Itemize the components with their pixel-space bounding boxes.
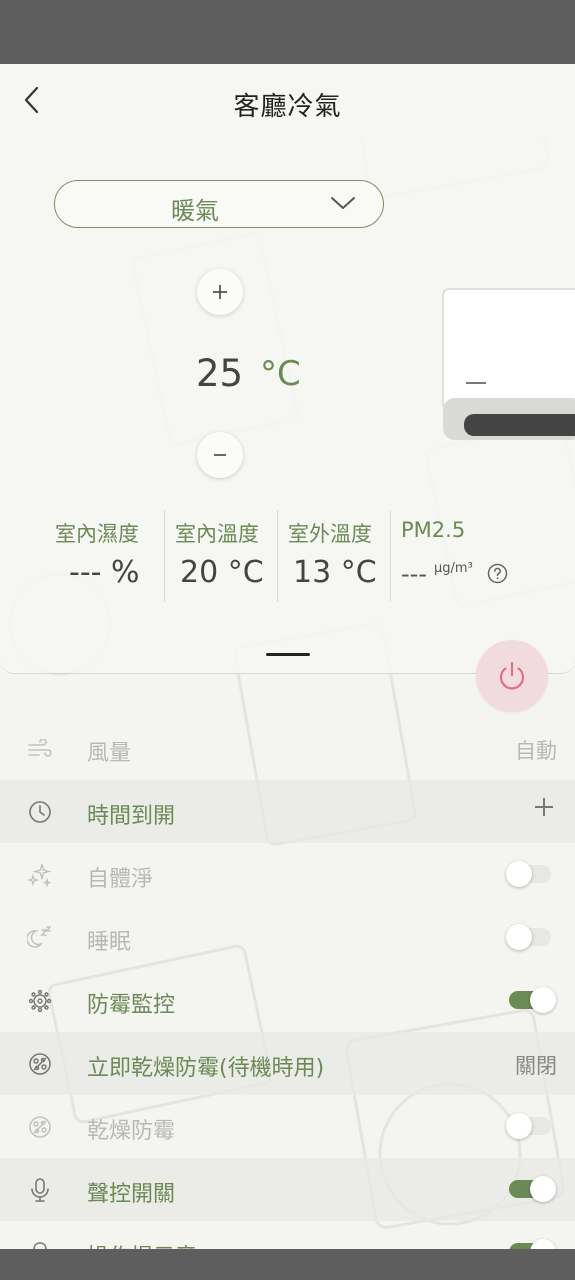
stat-divider — [164, 510, 165, 602]
decrease-temp-button[interactable] — [197, 432, 243, 478]
fan-speed-value: 自動 — [515, 739, 557, 763]
mold-monitor-toggle[interactable] — [509, 987, 556, 1013]
timer-on-label: 時間到開 — [87, 804, 176, 829]
target-temperature-unit: °C — [260, 354, 301, 394]
stat-divider — [390, 510, 391, 602]
minus-icon — [214, 454, 226, 456]
chevron-down-icon — [331, 197, 355, 209]
instant-dry-value: 關閉 — [515, 1054, 557, 1078]
settings-row-sleep[interactable]: 睡眠 — [0, 906, 575, 969]
sensor-stats: 室內濕度 --- % 室內溫度 20 °C 室外溫度 13 °C PM2.5 -… — [55, 510, 525, 602]
indoor-temperature-value: 20 °C — [180, 555, 264, 590]
outdoor-temperature-label: 室外溫度 — [288, 522, 372, 546]
dry-mold-toggle[interactable] — [506, 1113, 551, 1139]
voice-control-toggle[interactable] — [509, 1176, 556, 1202]
outdoor-temperature-stat: 室外溫度 13 °C — [288, 510, 398, 602]
indoor-temperature-stat: 室內溫度 20 °C — [175, 510, 285, 602]
settings-row-voice-control[interactable]: 聲控開關 — [0, 1158, 575, 1221]
plus-icon[interactable] — [533, 796, 555, 818]
dry-mold-icon — [26, 1050, 54, 1078]
dry-mold-label: 乾燥防霉 — [87, 1119, 176, 1144]
instant-dry-label: 立即乾燥防霉(待機時用) — [87, 1056, 325, 1081]
pm25-value: --- — [401, 560, 427, 588]
settings-row-instant-dry[interactable]: 立即乾燥防霉(待機時用) 關閉 — [0, 1032, 575, 1095]
navigation-bar — [0, 1249, 575, 1280]
indoor-temperature-label: 室內溫度 — [175, 522, 259, 546]
self-clean-label: 自體淨 — [87, 867, 154, 892]
toggle-knob — [506, 1113, 532, 1139]
settings-row-fan-speed[interactable]: 風量 自動 — [0, 717, 575, 780]
toggle-knob — [506, 861, 532, 887]
wind-icon — [26, 735, 54, 763]
question-circle-icon[interactable] — [487, 563, 508, 584]
pm25-label: PM2.5 — [401, 518, 466, 542]
header: 客廳冷氣 — [0, 64, 575, 136]
moon-sleep-icon — [26, 924, 54, 952]
dry-mold-icon — [26, 1113, 54, 1141]
sleep-label: 睡眠 — [87, 930, 132, 955]
sleep-toggle[interactable] — [506, 924, 551, 950]
mode-selected-label: 暖氣 — [171, 197, 219, 225]
status-bar — [0, 0, 575, 64]
toggle-knob — [506, 924, 532, 950]
sparkle-icon — [26, 861, 54, 889]
pm25-stat: PM2.5 --- μg/m³ — [401, 510, 525, 602]
indoor-humidity-label: 室內濕度 — [55, 522, 139, 546]
power-icon — [499, 661, 525, 690]
mold-icon — [26, 987, 54, 1015]
increase-temp-button[interactable] — [197, 269, 243, 315]
settings-row-self-clean[interactable]: 自體淨 — [0, 843, 575, 906]
pm25-unit: μg/m³ — [434, 561, 473, 576]
settings-row-timer-on[interactable]: 時間到開 — [0, 780, 575, 843]
outdoor-temperature-value: 13 °C — [293, 555, 377, 590]
toggle-knob — [530, 1176, 556, 1202]
plus-icon — [213, 285, 227, 299]
target-temperature-value: 25 — [196, 352, 244, 395]
air-conditioner-illustration — [442, 288, 575, 440]
settings-row-dry-mold[interactable]: 乾燥防霉 — [0, 1095, 575, 1158]
mold-monitor-label: 防霉監控 — [87, 993, 176, 1018]
page-title: 客廳冷氣 — [233, 92, 342, 122]
settings-list: 風量 自動 時間到開 自體淨 睡眠 防霉監控 立即乾燥防霉(待機時用) 關閉 乾… — [0, 717, 575, 1280]
voice-control-label: 聲控開關 — [87, 1182, 176, 1207]
settings-row-mold-monitor[interactable]: 防霉監控 — [0, 969, 575, 1032]
self-clean-toggle[interactable] — [506, 861, 551, 887]
toggle-knob — [530, 987, 556, 1013]
clock-icon — [26, 798, 54, 826]
indoor-humidity-value: --- % — [69, 555, 140, 590]
indoor-humidity-stat: 室內濕度 --- % — [55, 510, 163, 602]
mode-dropdown[interactable]: 暖氣 — [54, 180, 384, 228]
fan-speed-label: 風量 — [87, 741, 132, 766]
panel-drag-handle[interactable] — [266, 653, 310, 656]
microphone-icon — [26, 1176, 54, 1204]
stat-divider — [277, 510, 278, 602]
power-button[interactable] — [476, 640, 548, 712]
